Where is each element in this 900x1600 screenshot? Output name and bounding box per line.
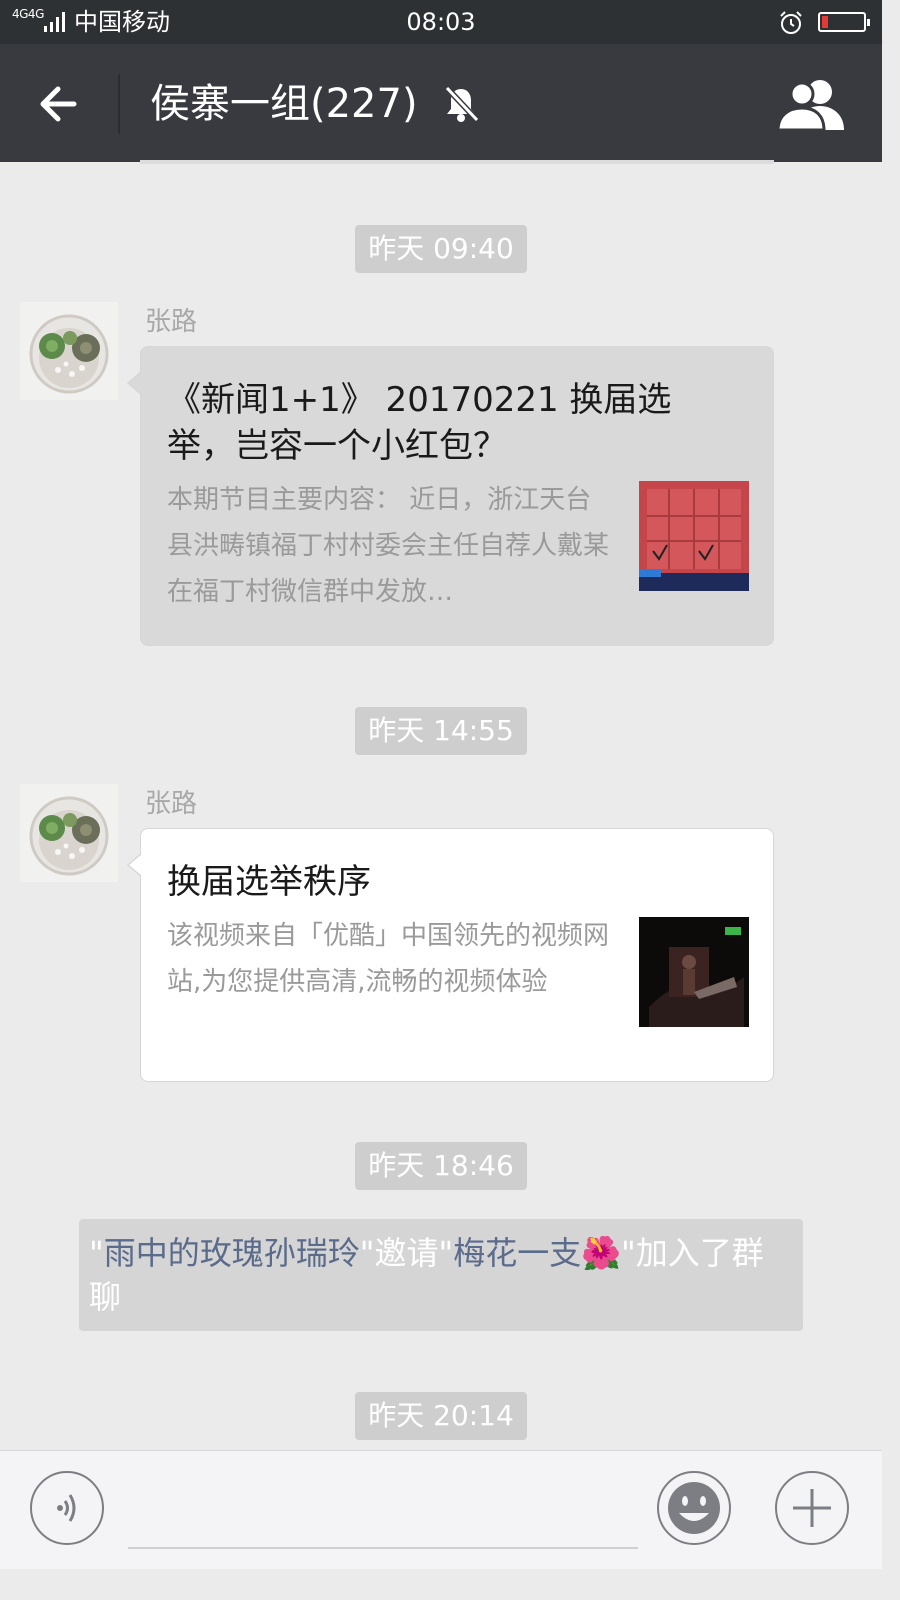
message-timestamp: 昨天 09:40	[355, 225, 527, 273]
back-arrow-icon[interactable]	[30, 74, 90, 134]
sender-name: 张路	[145, 789, 198, 819]
card-description: 该视频来自「优酷」中国领先的视频网站,为您提供高清,流畅的视频体验	[167, 921, 610, 997]
avatar[interactable]	[20, 302, 118, 400]
card-title: 《新闻1+1》 20170221 换届选举，岂容一个小红包？	[167, 380, 672, 466]
card-description: 本期节目主要内容： 近日，浙江天台县洪畴镇福丁村村委会主任自荐人戴某在福丁村微信…	[167, 485, 610, 607]
battery-level	[822, 16, 828, 28]
voice-icon	[57, 1494, 76, 1522]
battery-icon	[818, 12, 870, 32]
voice-button[interactable]	[30, 1471, 104, 1545]
more-button[interactable]	[775, 1471, 849, 1545]
smiley-icon	[668, 1482, 720, 1534]
title-divider	[118, 74, 120, 134]
link-card-message[interactable]: 《新闻1+1》 20170221 换届选举，岂容一个小红包？ 本期节目主要内容：…	[127, 346, 774, 646]
mute-bell-icon	[444, 85, 480, 123]
system-message: "雨中的玫瑰孙瑞玲"邀请"梅花一支🌺"加入了群聊	[79, 1219, 803, 1331]
video-thumbnail	[639, 917, 749, 1027]
message-timestamp: 昨天 14:55	[355, 707, 527, 755]
news-thumbnail-image	[639, 481, 749, 591]
succulent-avatar-image	[20, 302, 118, 400]
message-timestamp: 昨天 18:46	[355, 1142, 527, 1190]
title-bar: 侯寨一组(227)	[0, 44, 882, 162]
inviter-link[interactable]: 雨中的玫瑰孙瑞玲	[104, 1234, 360, 1272]
invitee-link[interactable]: 梅花一支	[453, 1234, 581, 1272]
sender-name: 张路	[145, 307, 198, 337]
link-card-message[interactable]: 换届选举秩序 该视频来自「优酷」中国领先的视频网站,为您提供高清,流畅的视频体验	[127, 828, 774, 1082]
alarm-icon	[780, 11, 802, 34]
message-input[interactable]	[128, 1547, 638, 1549]
avatar[interactable]	[20, 784, 118, 882]
input-bar	[0, 1450, 882, 1569]
invite-text: "邀请"	[359, 1234, 454, 1272]
quote-mark: "	[89, 1234, 104, 1272]
youku-thumbnail-image	[639, 917, 749, 1027]
card-title: 换届选举秩序	[167, 862, 371, 902]
emoji-button[interactable]	[657, 1471, 731, 1545]
message-timestamp: 昨天 20:14	[355, 1392, 527, 1440]
previous-bubble-edge	[140, 160, 774, 164]
status-bar: 4G4G 中国移动 08:03	[0, 0, 882, 44]
plus-icon	[793, 1489, 831, 1527]
chat-title: 侯寨一组(227)	[150, 81, 418, 127]
video-thumbnail	[639, 481, 749, 591]
hibiscus-emoji: 🌺	[581, 1234, 622, 1272]
group-members-icon[interactable]	[776, 76, 848, 132]
succulent-avatar-image	[20, 784, 118, 882]
clock: 08:03	[406, 8, 476, 36]
